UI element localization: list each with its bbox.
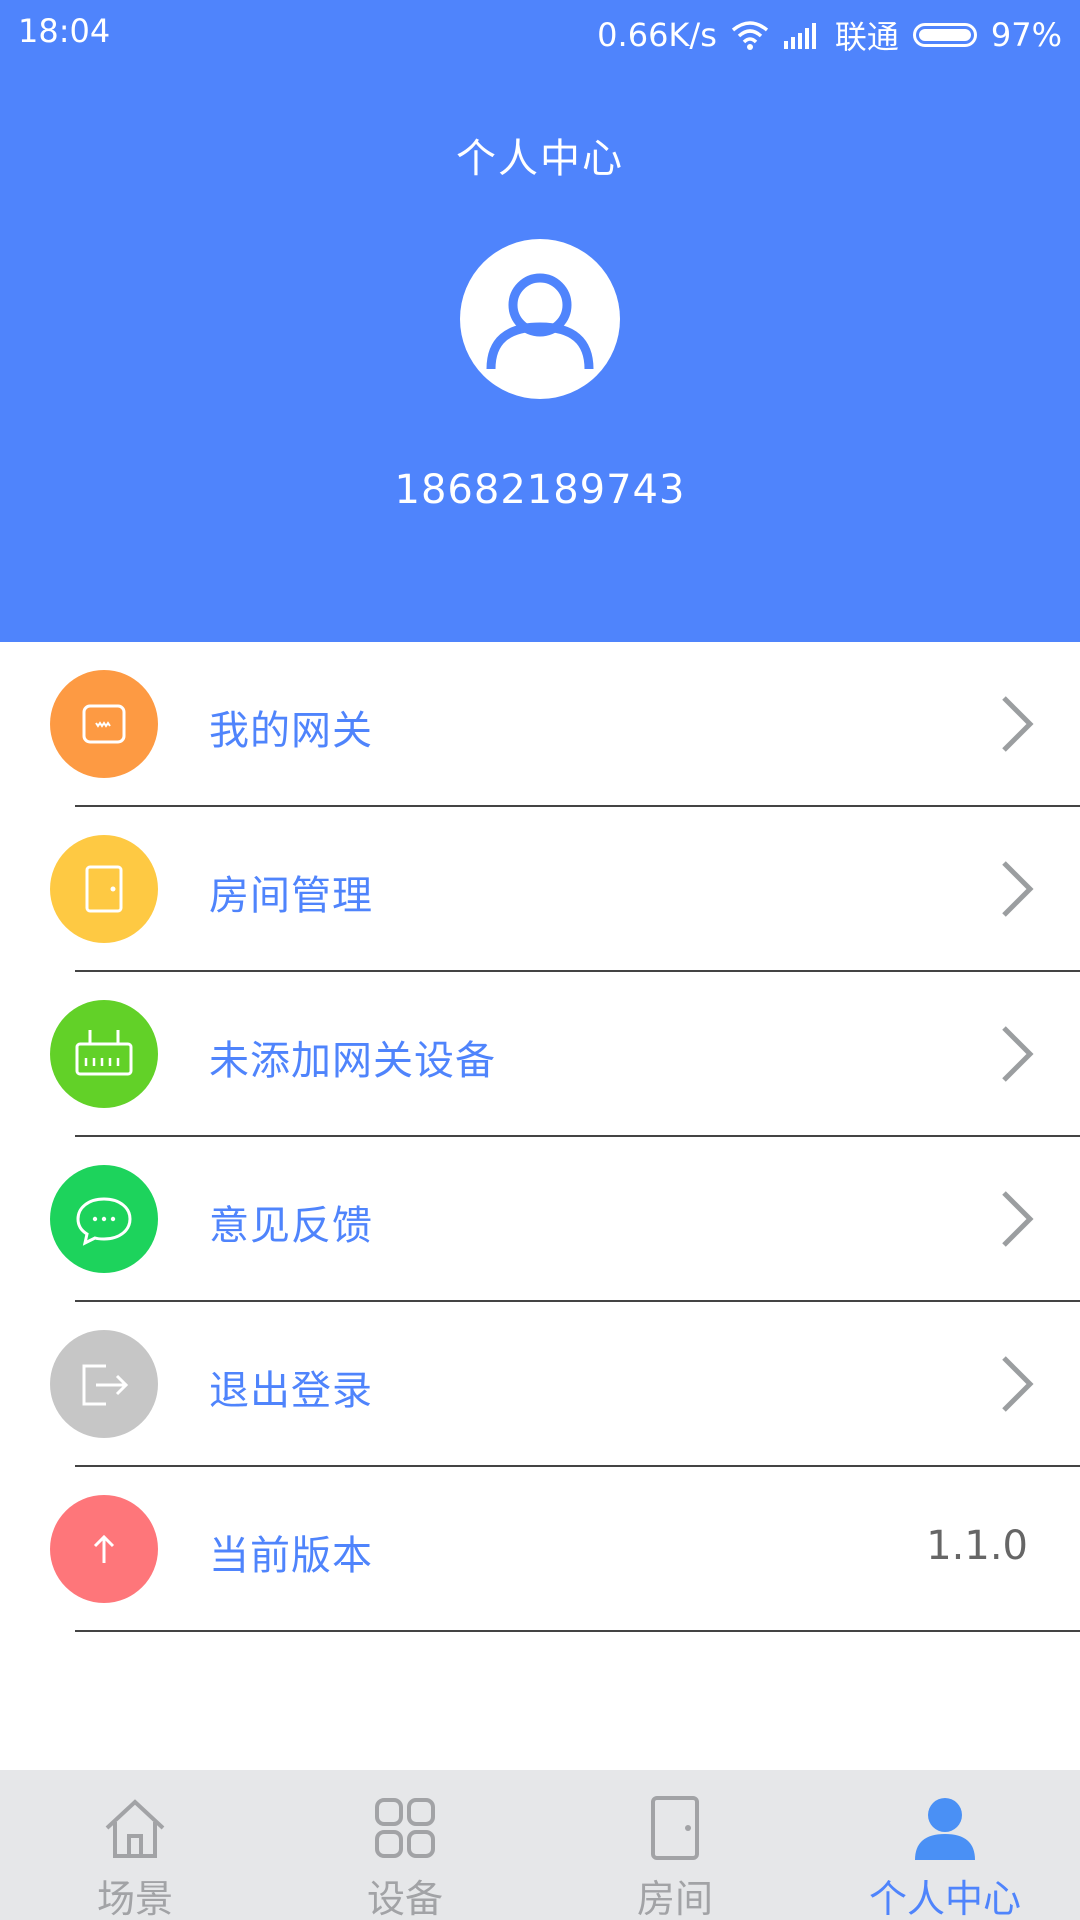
chevron-right-icon <box>1002 1026 1034 1082</box>
network-speed: 0.66K/s <box>597 16 717 54</box>
user-icon <box>915 1798 975 1860</box>
menu-item-label: 房间管理 <box>209 873 373 919</box>
door-icon <box>50 835 158 943</box>
tab-rooms[interactable]: 房间 <box>540 1770 810 1920</box>
signal-icon <box>783 21 821 49</box>
bottom-tab-bar: 场景 设备 房间 个人中心 <box>0 1770 1080 1920</box>
grid-icon <box>375 1798 435 1858</box>
home-icon <box>105 1799 165 1858</box>
menu-item-my-gateway[interactable]: 我的网关 <box>0 642 1080 807</box>
status-time: 18:04 <box>18 12 111 50</box>
tab-label: 个人中心 <box>868 1877 1021 1920</box>
menu-item-logout[interactable]: 退出登录 <box>0 1302 1080 1467</box>
chevron-right-icon <box>1002 1191 1034 1247</box>
menu-item-gateway-device[interactable]: 未添加网关设备 <box>0 972 1080 1137</box>
user-icon <box>486 273 594 370</box>
chevron-right-icon <box>1002 1356 1034 1412</box>
tab-label: 房间 <box>636 1877 713 1920</box>
status-bar: 18:04 0.66K/s 联通 97% <box>0 0 1080 62</box>
chevron-right-icon <box>1002 696 1034 752</box>
menu-item-label: 当前版本 <box>209 1533 373 1579</box>
status-indicators: 0.66K/s 联通 97% <box>597 12 1062 58</box>
carrier: 联通 <box>834 18 899 56</box>
menu-item-label: 我的网关 <box>209 708 373 754</box>
door-icon <box>651 1796 699 1860</box>
menu-item-label: 退出登录 <box>209 1368 373 1414</box>
avatar[interactable] <box>460 239 620 399</box>
menu-list: 我的网关 房间管理 未添加网关设备 意见反馈 退出登录 当前版本 1.1.0 <box>0 642 1080 1632</box>
tab-scene[interactable]: 场景 <box>0 1770 270 1920</box>
menu-item-label: 未添加网关设备 <box>209 1038 496 1084</box>
router-icon <box>50 1000 158 1108</box>
screen: 18:04 0.66K/s 联通 97% 个人中心 18682189743 我的… <box>0 0 1080 1920</box>
tab-devices[interactable]: 设备 <box>270 1770 540 1920</box>
menu-item-feedback[interactable]: 意见反馈 <box>0 1137 1080 1302</box>
battery-level: 97% <box>990 16 1062 54</box>
tab-label: 场景 <box>96 1877 173 1920</box>
chevron-right-icon <box>1002 861 1034 917</box>
page-title: 个人中心 <box>456 136 624 182</box>
logout-icon <box>50 1330 158 1438</box>
wifi-icon <box>731 20 769 50</box>
menu-item-version[interactable]: 当前版本 1.1.0 <box>0 1467 1080 1632</box>
tab-profile[interactable]: 个人中心 <box>810 1770 1080 1920</box>
version-value: 1.1.0 <box>926 1523 1028 1569</box>
tab-label: 设备 <box>366 1877 443 1920</box>
profile-header: 18:04 0.66K/s 联通 97% 个人中心 18682189743 <box>0 0 1080 642</box>
menu-item-room-management[interactable]: 房间管理 <box>0 807 1080 972</box>
upgrade-icon <box>50 1495 158 1603</box>
phone-number: 18682189743 <box>394 467 686 513</box>
battery-icon <box>912 23 977 47</box>
chat-icon <box>50 1165 158 1273</box>
menu-item-label: 意见反馈 <box>209 1203 373 1249</box>
gateway-icon <box>50 670 158 778</box>
